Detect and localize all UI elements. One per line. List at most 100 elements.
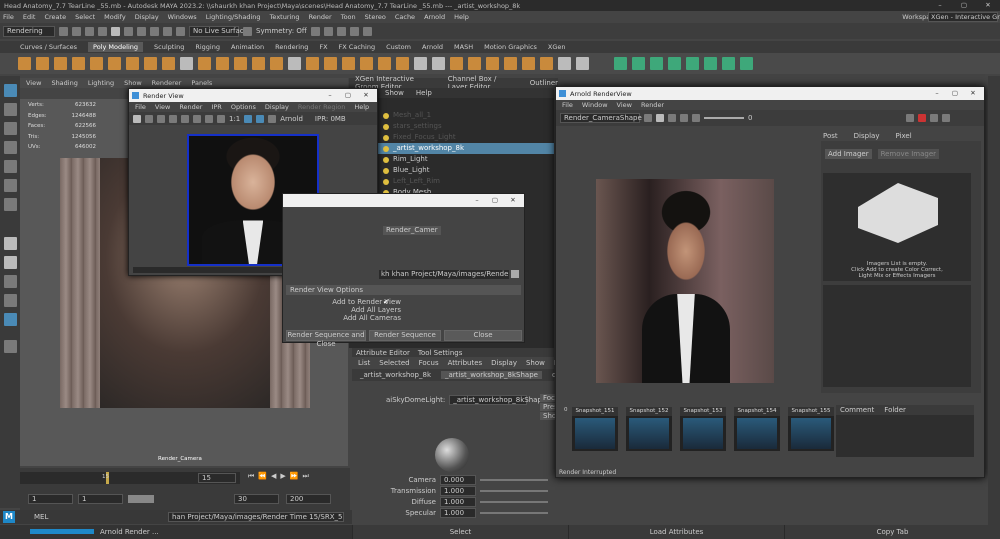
shelf-tab-animation[interactable]: Animation xyxy=(231,43,264,51)
xgen-guide-icon[interactable] xyxy=(632,57,645,70)
menu-create[interactable]: Create xyxy=(44,13,66,21)
load-attributes-button[interactable]: Load Attributes xyxy=(568,525,784,539)
snap-grid-icon[interactable] xyxy=(137,26,146,36)
minimize-icon[interactable]: – xyxy=(928,87,946,100)
exposure-icon[interactable] xyxy=(256,114,265,123)
rgb-icon[interactable] xyxy=(193,114,201,123)
xgen-brush-icon[interactable] xyxy=(650,57,663,70)
extrude-icon[interactable] xyxy=(288,57,301,70)
attr-slider[interactable] xyxy=(480,489,548,492)
arnold-menu-render[interactable]: Render xyxy=(641,101,664,109)
close-icon[interactable]: ✕ xyxy=(976,0,1000,11)
menu-edit[interactable]: Edit xyxy=(23,13,36,21)
menu-lightingshading[interactable]: Lighting/Shading xyxy=(206,13,261,21)
render-view-menu-help[interactable]: Help xyxy=(354,103,369,111)
poly-sphere-icon[interactable] xyxy=(18,57,31,70)
outliner-view-icon[interactable] xyxy=(3,294,17,307)
snapshot-thumbnail[interactable]: Snapshot_154 xyxy=(734,407,780,451)
outliner-item[interactable]: Blue_Light xyxy=(349,165,554,176)
exposure-value[interactable]: 0 xyxy=(748,114,752,122)
range-end-field[interactable]: 30 xyxy=(234,494,279,504)
camera-select[interactable]: Render_CameraShape xyxy=(560,113,642,123)
prev-key-icon[interactable]: ◀ xyxy=(271,472,276,481)
planar-uv-icon[interactable] xyxy=(522,57,535,70)
select-component-icon[interactable] xyxy=(124,26,133,36)
xgen-preview-icon[interactable] xyxy=(740,57,753,70)
offset-edge-icon[interactable] xyxy=(450,57,463,70)
live-surface-field[interactable]: No Live Surface xyxy=(189,25,248,37)
arnold-menu-view[interactable]: View xyxy=(617,101,632,109)
attr-value-field[interactable]: 1.000 xyxy=(440,496,476,507)
snapshot-thumbnail[interactable]: Snapshot_155 xyxy=(788,407,834,451)
tab-attribute-editor[interactable]: Attribute Editor xyxy=(356,349,410,357)
close-icon[interactable]: ✕ xyxy=(964,87,982,100)
workspace-select[interactable]: XGen - Interactive Groom* xyxy=(928,12,1000,22)
boolean-icon[interactable] xyxy=(252,57,265,70)
auto-uv-icon[interactable] xyxy=(504,57,517,70)
shelf-tab-mash[interactable]: MASH xyxy=(454,43,473,51)
menu-help[interactable]: Help xyxy=(454,13,469,21)
shelf-tab-xgen[interactable]: XGen xyxy=(548,43,566,51)
tab-tool-settings[interactable]: Tool Settings xyxy=(418,349,463,357)
region-icon[interactable] xyxy=(668,114,676,122)
maximize-icon[interactable]: ▢ xyxy=(486,194,504,207)
add-to-render-view-checkbox[interactable]: ✔ xyxy=(383,298,389,306)
poly-cylinder-icon[interactable] xyxy=(54,57,67,70)
render-sequence-and-close-button[interactable]: Render Sequence and Close xyxy=(286,330,366,348)
insert-edge-loop-icon[interactable] xyxy=(432,57,445,70)
separate-icon[interactable] xyxy=(216,57,229,70)
region-icon[interactable] xyxy=(169,114,177,123)
scale-tool-icon[interactable] xyxy=(3,179,17,192)
attr-slider[interactable] xyxy=(480,500,548,503)
attr-value-field[interactable]: 0.000 xyxy=(440,474,476,485)
magnify-icon[interactable] xyxy=(3,340,17,353)
ae-menu-show[interactable]: Show xyxy=(526,359,545,367)
ipr-icon[interactable] xyxy=(145,114,153,123)
exposure-icon[interactable] xyxy=(692,114,700,122)
shelf-tab-motion-graphics[interactable]: Motion Graphics xyxy=(484,43,537,51)
menu-stereo[interactable]: Stereo xyxy=(365,13,386,21)
single-view-icon[interactable] xyxy=(3,237,17,250)
poly-torus-icon[interactable] xyxy=(90,57,103,70)
ae-menu-display[interactable]: Display xyxy=(491,359,517,367)
gamma-icon[interactable] xyxy=(268,114,277,123)
attr-slider[interactable] xyxy=(480,511,548,514)
viewport-menu-lighting[interactable]: Lighting xyxy=(88,79,114,87)
menu-texturing[interactable]: Texturing xyxy=(270,13,300,21)
attr-slider[interactable] xyxy=(480,478,548,481)
keep-image-icon[interactable] xyxy=(217,114,225,123)
rotate-tool-icon[interactable] xyxy=(3,160,17,173)
paint-select-icon[interactable] xyxy=(3,122,17,135)
shelf-tab-custom[interactable]: Custom xyxy=(386,43,411,51)
target-icon[interactable] xyxy=(644,114,652,122)
render-frame-icon[interactable] xyxy=(323,26,333,36)
quad-draw-icon[interactable] xyxy=(468,57,481,70)
hypershade-icon[interactable] xyxy=(362,26,372,36)
shelf-tab-sculpting[interactable]: Sculpting xyxy=(154,43,184,51)
arnold-tab-display[interactable]: Display xyxy=(854,131,880,141)
ae-menu-selected[interactable]: Selected xyxy=(379,359,409,367)
sync-icon[interactable] xyxy=(930,114,939,122)
render-view-menu-render[interactable]: Render xyxy=(179,103,202,111)
menuset-select[interactable]: Rendering xyxy=(3,25,55,37)
arnold-render-image[interactable] xyxy=(596,179,774,383)
layout-uv-icon[interactable] xyxy=(558,57,571,70)
close-button[interactable]: Close xyxy=(444,330,522,341)
poly-plane-icon[interactable] xyxy=(108,57,121,70)
exposure-slider[interactable] xyxy=(704,117,744,119)
xgen-cut-icon[interactable] xyxy=(686,57,699,70)
snapshot-icon[interactable] xyxy=(942,114,951,122)
maximize-icon[interactable]: ▢ xyxy=(946,87,964,100)
shelf-tab-curves-surfaces[interactable]: Curves / Surfaces xyxy=(20,43,77,51)
render-view-options-header[interactable]: Render View Options xyxy=(286,285,521,295)
remove-imager-button[interactable]: Remove Imager xyxy=(877,149,940,159)
symmetry-label[interactable]: Symmetry: Off xyxy=(256,27,307,35)
shelf-tab-rigging[interactable]: Rigging xyxy=(195,43,220,51)
viewport-menu-shading[interactable]: Shading xyxy=(51,79,77,87)
viewport-menu-view[interactable]: View xyxy=(26,79,41,87)
undo-icon[interactable] xyxy=(85,26,94,36)
snapshot-thumbnail[interactable]: Snapshot_152 xyxy=(626,407,672,451)
render-view-menu-ipr[interactable]: IPR xyxy=(211,103,221,111)
cylindrical-uv-icon[interactable] xyxy=(540,57,553,70)
refresh-icon[interactable] xyxy=(157,114,165,123)
